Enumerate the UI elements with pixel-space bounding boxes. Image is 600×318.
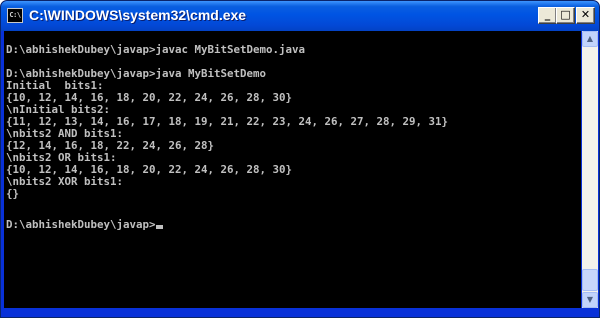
cmd-icon[interactable]: C:\ [7,8,23,23]
console-output[interactable]: D:\abhishekDubey\javap>javac MyBitSetDem… [4,31,581,308]
prompt-line[interactable]: D:\abhishekDubey\javap> [6,219,163,231]
close-button[interactable]: ✕ [576,7,595,24]
scroll-thumb[interactable] [582,269,598,291]
prompt-text: D:\abhishekDubey\javap> [6,218,156,231]
window-title: C:\WINDOWS\system32\cmd.exe [29,7,247,23]
text-cursor [155,225,163,229]
scroll-up-button[interactable]: ▲ [582,31,598,47]
minimize-button[interactable]: _ [538,7,557,24]
console-line: D:\abhishekDubey\javap>javac MyBitSetDem… [6,43,306,56]
console-line: {} [6,187,20,200]
window-bottom-border [1,308,599,317]
cmd-window: C:\ C:\WINDOWS\system32\cmd.exe _ □ ✕ D:… [0,0,600,318]
vertical-scrollbar[interactable]: ▲ ▼ [582,31,598,308]
console-line: \nbits2 XOR bits1: [6,175,124,188]
scroll-down-button[interactable]: ▼ [582,292,598,308]
maximize-button[interactable]: □ [556,7,575,24]
title-bar[interactable]: C:\ C:\WINDOWS\system32\cmd.exe _ □ ✕ [1,1,599,31]
